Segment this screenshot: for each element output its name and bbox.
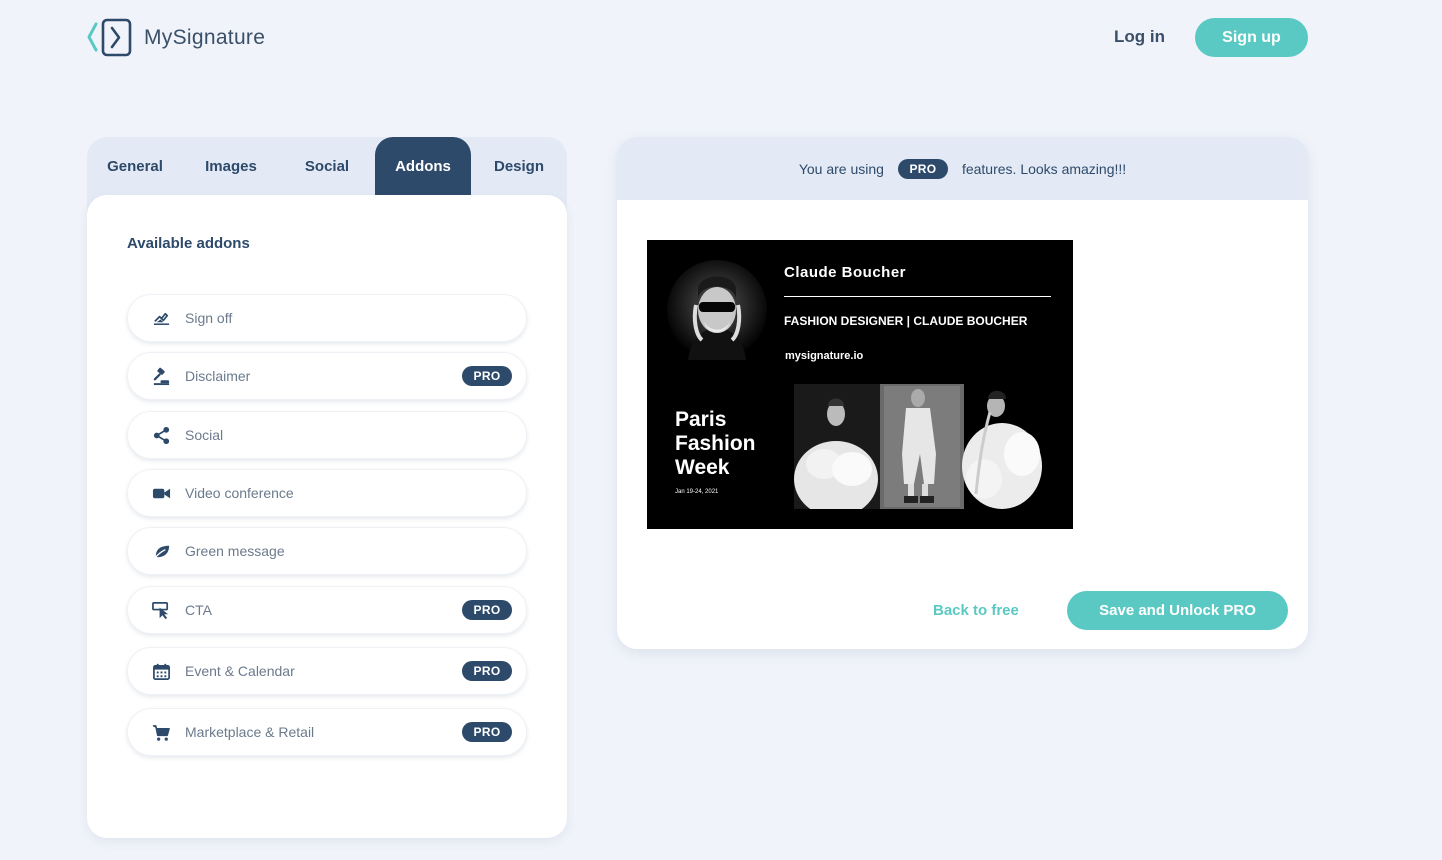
banner-suffix: features. Looks amazing!!!	[961, 160, 1127, 177]
signature-name: Claude Boucher	[784, 264, 907, 281]
banner-prefix: You are using	[798, 160, 884, 177]
signature-website[interactable]: mysignature.io	[785, 350, 863, 362]
signature-job-title: FASHION DESIGNER | CLAUDE BOUCHER	[784, 314, 1028, 328]
pro-badge: PRO	[462, 366, 512, 386]
addon-label: Marketplace & Retail	[185, 724, 315, 740]
tab-images[interactable]: Images	[183, 137, 279, 195]
brand-name: MySignature	[144, 26, 266, 49]
addon-green-message[interactable]: Green message	[127, 527, 527, 575]
addon-label: Event & Calendar	[185, 663, 295, 679]
addon-label: Green message	[185, 543, 285, 559]
pro-badge: PRO	[462, 600, 512, 620]
logo-icon	[87, 18, 132, 57]
calendar-icon	[151, 661, 171, 681]
video-camera-icon	[151, 483, 171, 503]
addon-label: CTA	[185, 602, 212, 618]
pro-badge: PRO	[462, 661, 512, 681]
addon-sign-off[interactable]: Sign off	[127, 294, 527, 342]
addon-label: Social	[185, 427, 224, 443]
pro-badge: PRO	[462, 722, 512, 742]
signature-preview: Claude Boucher FASHION DESIGNER | CLAUDE…	[647, 240, 1073, 529]
event-title: Paris Fashion Week	[675, 408, 756, 479]
save-unlock-pro-button[interactable]: Save and Unlock PRO	[1067, 591, 1288, 630]
tab-general[interactable]: General	[87, 137, 183, 195]
leaf-icon	[151, 541, 171, 561]
addon-label: Sign off	[185, 310, 233, 326]
avatar	[667, 260, 767, 360]
addon-disclaimer[interactable]: Disclaimer PRO	[127, 352, 527, 400]
addon-label: Disclaimer	[185, 368, 251, 384]
share-icon	[151, 425, 171, 445]
top-header: MySignature Log in Sign up	[0, 0, 1442, 80]
addon-marketplace-retail[interactable]: Marketplace & Retail PRO	[127, 708, 527, 756]
cursor-click-icon	[151, 600, 171, 620]
addon-video-conference[interactable]: Video conference	[127, 469, 527, 517]
event-date: Jan 19-24, 2021	[675, 489, 719, 495]
tab-design[interactable]: Design	[471, 137, 567, 195]
gavel-icon	[151, 366, 171, 386]
login-link[interactable]: Log in	[1114, 27, 1165, 47]
addon-label: Video conference	[185, 485, 294, 501]
addon-social[interactable]: Social	[127, 411, 527, 459]
pro-notice-banner: You are using PRO features. Looks amazin…	[617, 137, 1308, 200]
signature-divider	[784, 296, 1051, 297]
preview-panel: You are using PRO features. Looks amazin…	[617, 137, 1308, 649]
tab-social[interactable]: Social	[279, 137, 375, 195]
logo[interactable]: MySignature	[86, 18, 265, 58]
pro-badge: PRO	[897, 158, 948, 179]
event-photos	[794, 384, 1044, 509]
addon-cta[interactable]: CTA PRO	[127, 586, 527, 634]
addon-event-calendar[interactable]: Event & Calendar PRO	[127, 647, 527, 695]
cart-icon	[151, 722, 171, 742]
signup-button[interactable]: Sign up	[1195, 18, 1308, 57]
back-to-free-link[interactable]: Back to free	[933, 602, 1019, 619]
tab-addons[interactable]: Addons	[375, 137, 471, 195]
section-title: Available addons	[127, 235, 250, 252]
signature-icon	[151, 308, 171, 328]
